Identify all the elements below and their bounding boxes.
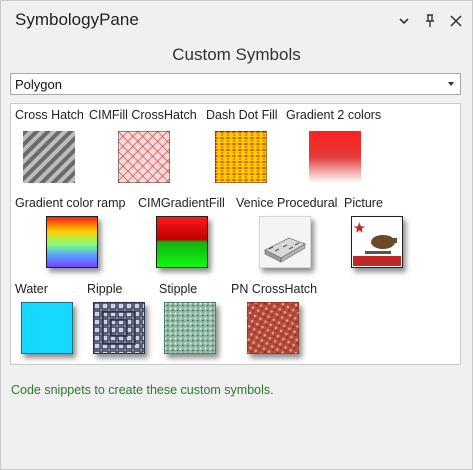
pn-crosshatch-swatch bbox=[247, 302, 299, 354]
ripple-swatch bbox=[93, 302, 145, 354]
footer-note: Code snippets to create these custom sym… bbox=[11, 383, 274, 397]
pin-icon[interactable] bbox=[422, 13, 438, 29]
chevron-down-icon[interactable] bbox=[396, 13, 412, 29]
venice-procedural-swatch bbox=[259, 216, 311, 268]
symbol-gallery: Cross Hatch CIMFill CrossHatch Dash Dot … bbox=[10, 103, 461, 365]
geometry-type-value: Polygon bbox=[15, 77, 62, 92]
picture-swatch bbox=[351, 216, 403, 268]
symbol-label: CIMFill CrossHatch bbox=[89, 108, 197, 122]
symbol-label: Gradient color ramp bbox=[15, 196, 126, 210]
symbol-label: Dash Dot Fill bbox=[206, 108, 278, 122]
pane-title: SymbologyPane bbox=[15, 10, 139, 29]
symbology-pane: SymbologyPane Custom Symbols Polygon Cro… bbox=[0, 0, 473, 470]
cross-hatch-swatch bbox=[23, 131, 75, 183]
water-swatch bbox=[21, 302, 73, 354]
geometry-type-select[interactable]: Polygon bbox=[10, 73, 461, 95]
gradient-color-ramp-swatch bbox=[46, 216, 98, 268]
close-icon[interactable] bbox=[448, 13, 464, 29]
section-heading: Custom Symbols bbox=[172, 45, 301, 64]
symbol-label: Gradient 2 colors bbox=[286, 108, 382, 122]
symbol-label: Cross Hatch bbox=[15, 108, 84, 122]
symbol-label: Picture bbox=[344, 196, 383, 210]
cimfill-crosshatch-swatch bbox=[118, 131, 170, 183]
symbol-label: PN CrossHatch bbox=[231, 282, 318, 296]
symbol-label: CIMGradientFill bbox=[138, 196, 225, 210]
symbol-label: Water bbox=[15, 282, 48, 296]
stipple-swatch bbox=[164, 302, 216, 354]
symbol-label: Stipple bbox=[159, 282, 198, 296]
dropdown-arrow-icon[interactable] bbox=[448, 82, 454, 86]
symbol-label: Ripple bbox=[87, 282, 123, 296]
dash-dot-fill-swatch bbox=[215, 131, 267, 183]
cimgradientfill-swatch bbox=[156, 216, 208, 268]
symbol-label: Venice Procedural bbox=[236, 196, 338, 210]
gradient-2-colors-swatch bbox=[309, 131, 361, 183]
pane-titlebar: SymbologyPane bbox=[1, 1, 472, 45]
